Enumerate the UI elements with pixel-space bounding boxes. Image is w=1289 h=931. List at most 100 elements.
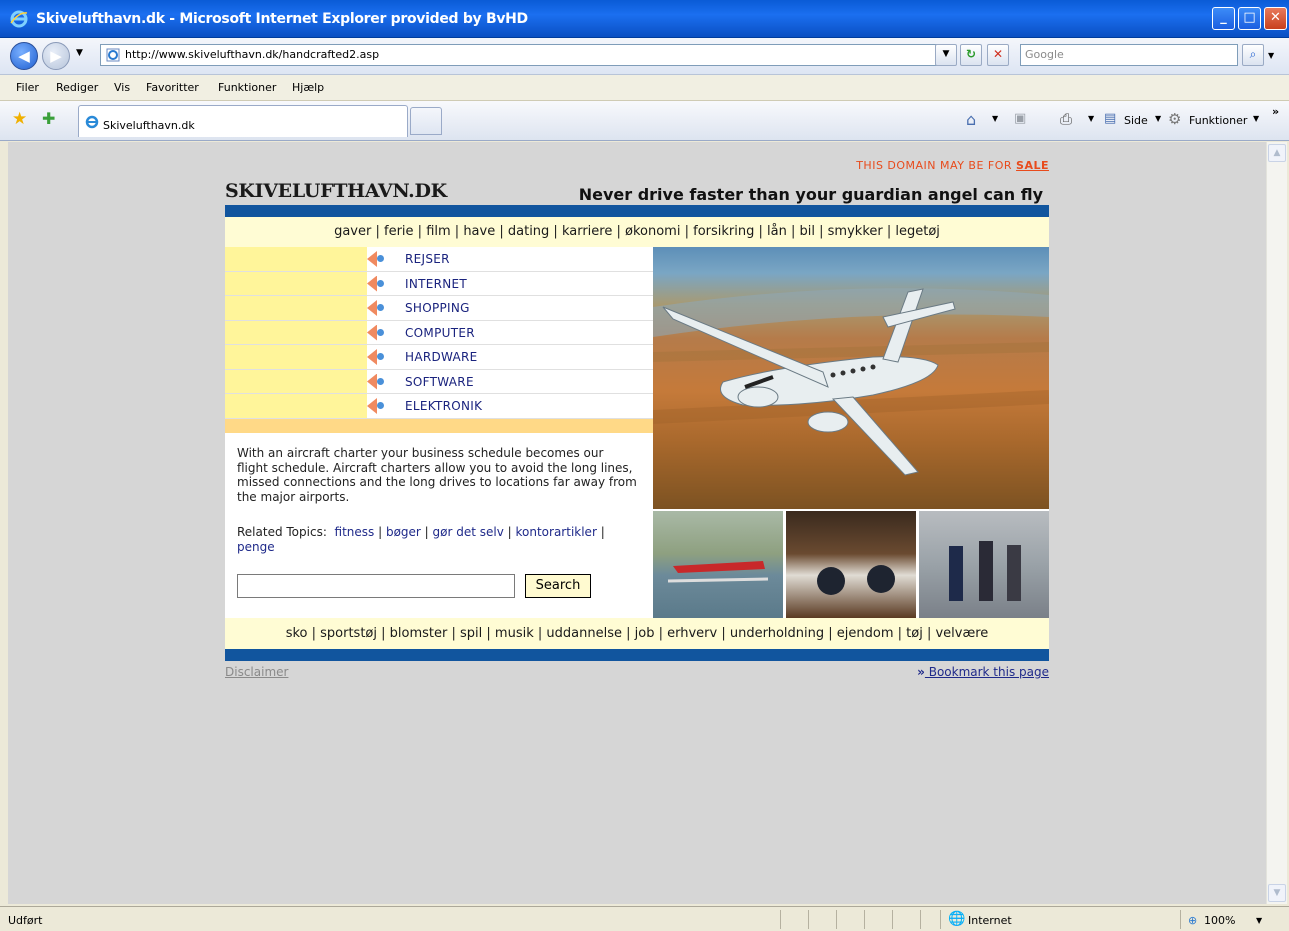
page-menu[interactable]: Side (1124, 114, 1148, 127)
address-toolbar: ◀ ▶ ▼ http://www.skivelufthavn.dk/handcr… (0, 38, 1289, 75)
print-dropdown-icon[interactable]: ▼ (1088, 114, 1094, 123)
related-link[interactable]: fitness (335, 525, 375, 539)
menu-funktioner[interactable]: Funktioner (218, 81, 276, 94)
print-icon[interactable]: ⎙ (1060, 110, 1072, 128)
thumbnail-strip (653, 511, 1049, 618)
bottom-nav-link[interactable]: sportstøj (320, 626, 377, 641)
favorites-star-icon[interactable]: ★ (12, 109, 27, 129)
status-text: Udført (8, 914, 43, 927)
top-nav-link[interactable]: lån (767, 224, 787, 239)
bottom-nav-link[interactable]: ejendom (837, 626, 894, 641)
related-link[interactable]: penge (237, 540, 275, 554)
business-travelers-photo (919, 511, 1049, 618)
sale-link[interactable]: SALE (1016, 159, 1049, 172)
menu-hjaelp[interactable]: Hjælp (292, 81, 324, 94)
top-nav-link[interactable]: have (463, 224, 495, 239)
zoom-level[interactable]: 100% (1204, 914, 1235, 927)
bottom-nav-link[interactable]: sko (286, 626, 308, 641)
page-dropdown-icon[interactable]: ▼ (1155, 114, 1161, 123)
site-logo[interactable]: SKIVELUFTHAVN.DK (225, 180, 447, 202)
side-menu-item-software[interactable]: SOFTWARE (225, 369, 653, 394)
zoom-icon[interactable]: ⊕ (1188, 914, 1197, 927)
bullet-icon (377, 353, 384, 360)
stop-icon[interactable]: ✕ (987, 44, 1009, 66)
menu-vis[interactable]: Vis (114, 81, 130, 94)
bottom-nav-link[interactable]: musik (495, 626, 534, 641)
bottom-nav-link[interactable]: blomster (390, 626, 448, 641)
zoom-dropdown-icon[interactable]: ▼ (1256, 916, 1262, 925)
search-go-icon[interactable]: ⌕ (1242, 44, 1264, 66)
side-menu-item-shopping[interactable]: SHOPPING (225, 296, 653, 321)
address-dropdown-icon[interactable]: ▼ (935, 44, 957, 66)
related-link[interactable]: kontorartikler (516, 525, 597, 539)
bookmark-text: Bookmark this page (924, 665, 1049, 679)
bookmark-chevron-icon: » (917, 665, 925, 679)
forward-button[interactable]: ▶ (42, 42, 70, 70)
side-menu-item-computer[interactable]: COMPUTER (225, 320, 653, 345)
menu-favoritter[interactable]: Favoritter (146, 81, 199, 94)
side-menu-item-internet[interactable]: INTERNET (225, 271, 653, 296)
arrow-icon (367, 300, 377, 316)
home-icon[interactable]: ⌂ (966, 110, 976, 129)
bottom-nav-link[interactable]: spil (460, 626, 482, 641)
disclaimer-link[interactable]: Disclaimer (225, 665, 288, 679)
side-menu-item-rejser[interactable]: REJSER (225, 247, 653, 272)
menu-bar: Filer Rediger Vis Favoritter Funktioner … (0, 75, 1289, 101)
new-tab-button[interactable] (410, 107, 442, 135)
address-input[interactable]: http://www.skivelufthavn.dk/handcrafted2… (100, 44, 952, 66)
bottom-nav-link[interactable]: underholdning (730, 626, 824, 641)
more-chevron-icon[interactable]: » (1272, 105, 1279, 118)
menu-filer[interactable]: Filer (16, 81, 39, 94)
tools-menu[interactable]: Funktioner (1189, 114, 1247, 127)
related-link[interactable]: bøger (386, 525, 421, 539)
page-menu-icon[interactable]: ▤ (1104, 111, 1116, 126)
bottom-nav-link[interactable]: uddannelse (546, 626, 622, 641)
top-nav-link[interactable]: forsikring (693, 224, 754, 239)
footer-bar (225, 649, 1049, 661)
bottom-nav-link[interactable]: job (635, 626, 655, 641)
top-nav-link[interactable]: karriere (562, 224, 612, 239)
tab-title: Skivelufthavn.dk (103, 119, 195, 132)
scroll-down-icon[interactable]: ▼ (1268, 884, 1286, 902)
add-favorite-icon[interactable]: ✚ (42, 109, 55, 128)
search-button[interactable]: Search (525, 574, 591, 598)
history-dropdown-icon[interactable]: ▼ (76, 48, 83, 58)
security-zone: Internet (968, 914, 1012, 927)
divider-bar (225, 419, 653, 433)
restore-button[interactable]: □ (1238, 7, 1261, 30)
search-input[interactable]: Google (1020, 44, 1238, 66)
minimize-button[interactable]: _ (1212, 7, 1235, 30)
side-menu-item-elektronik[interactable]: ELEKTRONIK (225, 394, 653, 419)
menu-rediger[interactable]: Rediger (56, 81, 98, 94)
vertical-scrollbar[interactable]: ▲ ▼ (1266, 142, 1287, 904)
tools-gear-icon[interactable]: ⚙ (1168, 110, 1181, 128)
scroll-up-icon[interactable]: ▲ (1268, 144, 1286, 162)
tab-skivelufthavn[interactable]: Skivelufthavn.dk (78, 105, 408, 137)
bottom-nav-link[interactable]: tøj (906, 626, 923, 641)
search-options-icon[interactable]: ▼ (1268, 51, 1274, 60)
top-nav-link[interactable]: gaver (334, 224, 371, 239)
bookmark-link[interactable]: » Bookmark this page (917, 665, 1049, 679)
top-nav-link[interactable]: bil (800, 224, 815, 239)
bullet-icon (377, 255, 384, 262)
home-dropdown-icon[interactable]: ▼ (992, 114, 998, 123)
close-button[interactable]: ✕ (1264, 7, 1287, 30)
related-link[interactable]: gør det selv (433, 525, 504, 539)
side-menu-item-hardware[interactable]: HARDWARE (225, 345, 653, 370)
tools-dropdown-icon[interactable]: ▼ (1253, 114, 1259, 123)
top-nav-link[interactable]: dating (508, 224, 549, 239)
back-button[interactable]: ◀ (10, 42, 38, 70)
refresh-icon[interactable]: ↻ (960, 44, 982, 66)
bottom-nav-link[interactable]: velvære (935, 626, 988, 641)
top-nav-link[interactable]: smykker (828, 224, 883, 239)
side-menu-label: HARDWARE (405, 350, 478, 364)
top-nav-link[interactable]: økonomi (625, 224, 680, 239)
bottom-nav-link[interactable]: erhverv (667, 626, 717, 641)
feeds-icon[interactable]: ▣ (1014, 111, 1026, 126)
top-nav-link[interactable]: legetøj (895, 224, 940, 239)
site-search-input[interactable] (237, 574, 515, 598)
top-nav-link[interactable]: film (426, 224, 450, 239)
seaplane-photo (653, 511, 783, 618)
top-nav-link[interactable]: ferie (384, 224, 414, 239)
description-text: With an aircraft charter your business s… (237, 446, 637, 504)
